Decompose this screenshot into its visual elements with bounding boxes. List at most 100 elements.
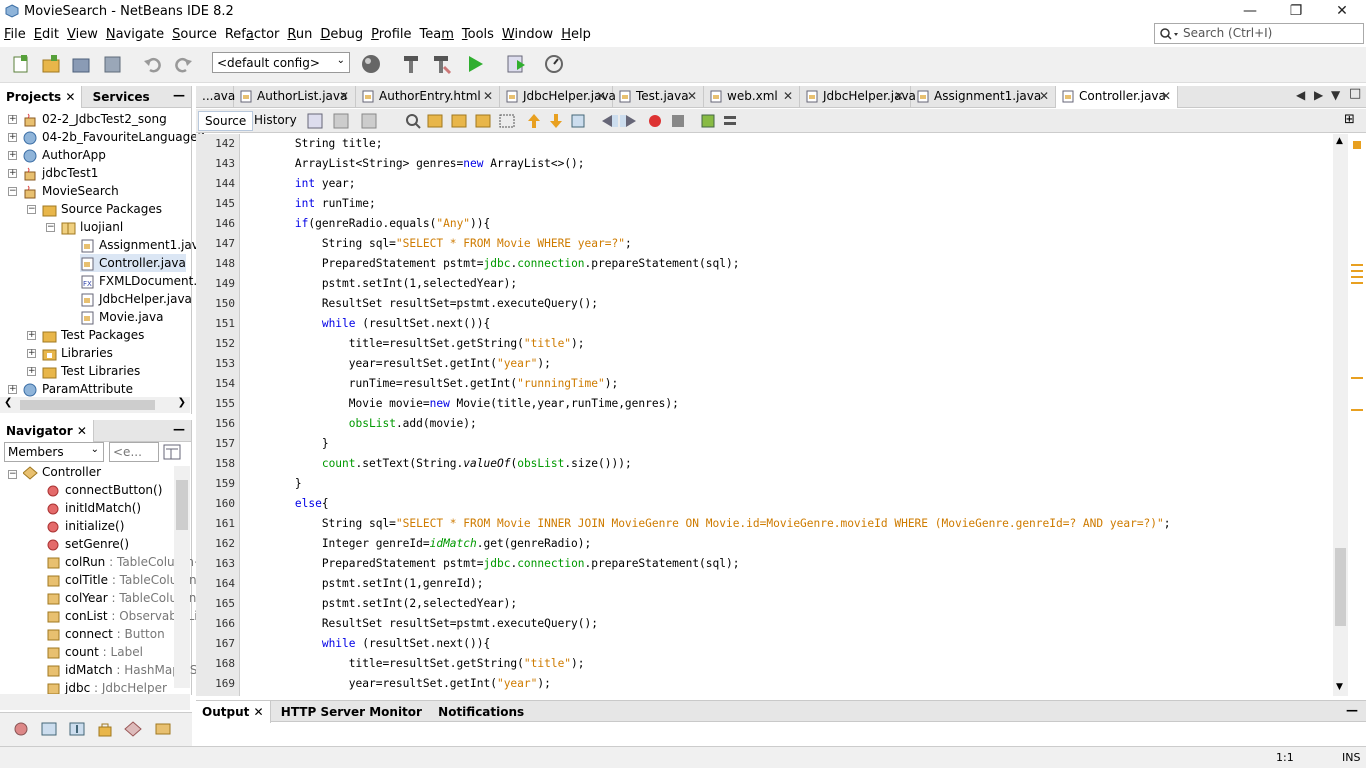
scroll-up-icon[interactable]: ▲	[1336, 136, 1343, 146]
static-filter-icon[interactable]	[68, 721, 86, 737]
tab-projects[interactable]: Projects ✕	[0, 86, 83, 108]
navigator-member[interactable]: initIdMatch()	[46, 499, 141, 517]
source-button[interactable]: Source	[198, 111, 254, 131]
expand-toggle-icon[interactable]: +	[8, 133, 17, 142]
project-tree-item[interactable]: Assignment1.java	[80, 236, 206, 254]
editor-tab[interactable]: JdbcHelper.java ✕	[500, 86, 616, 108]
debug-project-icon[interactable]	[505, 53, 527, 75]
close-icon[interactable]: ✕	[339, 89, 349, 103]
expand-toggle-icon[interactable]: +	[8, 151, 17, 160]
menu-item-10[interactable]: Tools	[462, 24, 494, 42]
project-tree-item[interactable]: Test Libraries	[42, 362, 140, 380]
scroll-tabs-right-icon[interactable]: ▶	[1314, 88, 1323, 102]
navigator-member[interactable]: initialize()	[46, 517, 124, 535]
menu-item-11[interactable]: Window	[502, 24, 553, 42]
profile-project-icon[interactable]	[543, 53, 565, 75]
project-tree-item[interactable]: MovieSearch	[23, 182, 119, 200]
navigator-member[interactable]: count : Label	[46, 643, 143, 661]
close-icon[interactable]: ✕	[1161, 89, 1171, 103]
project-tree-item[interactable]: Source Packages	[42, 200, 162, 218]
new-file-icon[interactable]	[10, 53, 32, 75]
editor-tab[interactable]: web.xml ✕	[704, 86, 800, 108]
open-project-icon[interactable]	[70, 53, 92, 75]
close-icon[interactable]: ✕	[894, 89, 904, 103]
scroll-down-icon[interactable]: ▼	[1336, 682, 1343, 692]
menu-item-3[interactable]: Navigate	[106, 24, 164, 42]
editor-tab[interactable]: JdbcHelper.java ✕	[800, 86, 916, 108]
navigator-member[interactable]: setGenre()	[46, 535, 129, 553]
fqn-filter-icon[interactable]	[154, 721, 172, 737]
scrollbar-thumb[interactable]	[1335, 548, 1346, 626]
project-tree-item[interactable]: JdbcHelper.java	[80, 290, 192, 308]
project-tree-item[interactable]: Test Packages	[42, 326, 144, 344]
private-filter-icon[interactable]	[96, 721, 114, 737]
members-filter-select[interactable]: Members ⌄	[4, 442, 104, 462]
close-icon[interactable]: ✕	[254, 705, 264, 719]
fields-filter-icon[interactable]	[40, 721, 58, 737]
project-tree-item[interactable]: luojianl	[61, 218, 123, 236]
scroll-right-icon[interactable]: ❯	[178, 397, 186, 408]
history-button[interactable]: History	[248, 111, 303, 131]
member-scope-select[interactable]: <e...	[109, 442, 159, 462]
close-icon[interactable]: ✕	[687, 89, 697, 103]
navigator-vertical-scrollbar[interactable]	[174, 466, 190, 688]
browser-icon[interactable]	[360, 53, 382, 75]
expand-toggle-icon[interactable]: +	[8, 115, 17, 124]
project-tree-item[interactable]: Libraries	[42, 344, 113, 362]
config-select[interactable]: <default config> ⌄	[212, 52, 350, 73]
build-icon[interactable]	[400, 53, 422, 75]
close-icon[interactable]: ✕	[77, 424, 87, 438]
maximize-editor-icon[interactable]: □	[1349, 86, 1361, 101]
tab-notifications[interactable]: Notifications	[432, 701, 530, 723]
navigator-horizontal-scrollbar[interactable]	[0, 694, 190, 710]
editor-tab[interactable]: ...ava	[196, 86, 235, 108]
project-tree-item[interactable]: 02-2_JdbcTest2_song	[23, 110, 167, 128]
expand-toggle-icon[interactable]: +	[27, 349, 36, 358]
menu-item-6[interactable]: Run	[287, 24, 312, 42]
menu-item-5[interactable]: Refactor	[225, 24, 280, 42]
navigator-options-icon[interactable]	[163, 444, 181, 460]
save-all-icon[interactable]	[102, 53, 124, 75]
navigator-member[interactable]: connectButton()	[46, 481, 162, 499]
project-tree-item[interactable]: 04-2b_FavouriteLanguage2_s	[23, 128, 218, 146]
expand-toggle-icon[interactable]: +	[8, 385, 17, 394]
menu-item-1[interactable]: Edit	[34, 24, 59, 42]
expand-toggle-icon[interactable]: +	[8, 169, 17, 178]
search-box[interactable]: Search (Ctrl+I)	[1154, 23, 1364, 44]
minimize-button[interactable]: —	[1227, 0, 1273, 23]
scroll-tabs-left-icon[interactable]: ◀	[1296, 88, 1305, 102]
horizontal-scrollbar[interactable]: ❮ ❯	[0, 397, 190, 413]
expand-toggle-icon[interactable]: −	[8, 187, 17, 196]
minimize-pane-icon[interactable]: —	[173, 88, 185, 102]
menu-item-8[interactable]: Profile	[371, 24, 411, 42]
tab-http-server-monitor[interactable]: HTTP Server Monitor	[275, 701, 428, 723]
tab-services[interactable]: Services	[87, 86, 156, 108]
editor-tab[interactable]: AuthorEntry.html ✕	[356, 86, 500, 108]
project-tree-item[interactable]: jdbcTest1	[23, 164, 98, 182]
expand-toggle-icon[interactable]: −	[46, 223, 55, 232]
editor-tab[interactable]: AuthorList.java ✕	[234, 86, 356, 108]
sort-filter-icon[interactable]	[124, 721, 142, 737]
menu-item-9[interactable]: Team	[420, 24, 454, 42]
scroll-left-icon[interactable]: ❮	[4, 397, 12, 408]
close-icon[interactable]: ✕	[1039, 89, 1049, 103]
project-tree-item[interactable]: Movie.java	[80, 308, 163, 326]
project-tree-item[interactable]: FX FXMLDocument.fx	[80, 272, 208, 290]
close-icon[interactable]: ✕	[483, 89, 493, 103]
menu-item-4[interactable]: Source	[172, 24, 217, 42]
editor-tab[interactable]: Controller.java ✕	[1056, 86, 1178, 108]
inherited-members-icon[interactable]	[12, 721, 30, 737]
redo-icon[interactable]	[172, 53, 194, 75]
expand-toggle-icon[interactable]: −	[27, 205, 36, 214]
editor-tab[interactable]: Test.java ✕	[613, 86, 704, 108]
new-project-icon[interactable]	[40, 53, 62, 75]
minimize-pane-icon[interactable]: —	[173, 422, 185, 436]
project-tree-item[interactable]: AuthorApp	[23, 146, 106, 164]
editor-vertical-scrollbar[interactable]: ▲ ▼	[1333, 134, 1348, 696]
tab-list-icon[interactable]: ▼	[1331, 88, 1340, 102]
minimize-pane-icon[interactable]: —	[1346, 703, 1358, 717]
code-editor[interactable]: String title; ArrayList<String> genres=n…	[241, 134, 1333, 696]
expand-toggle-icon[interactable]: +	[27, 367, 36, 376]
collapse-toggle-icon[interactable]: −	[8, 470, 17, 479]
navigator-root[interactable]: − Controller	[8, 463, 101, 481]
